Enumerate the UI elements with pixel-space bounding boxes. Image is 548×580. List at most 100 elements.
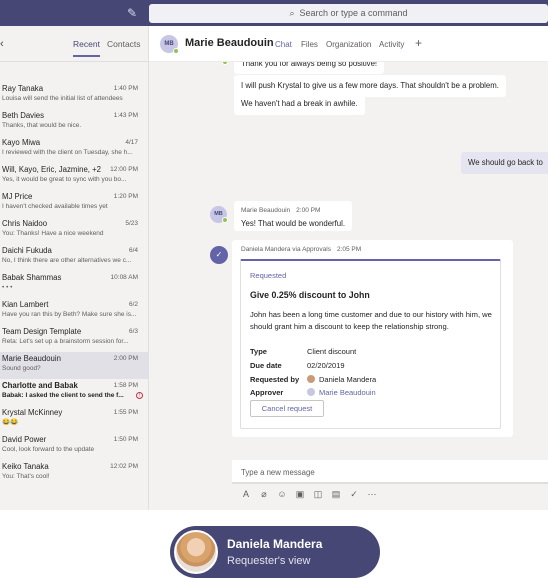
meet-icon[interactable]: ▤: [330, 487, 342, 501]
emoji-icon[interactable]: ☺: [276, 487, 288, 501]
field-value: 02/20/2019: [307, 361, 345, 370]
status-badge: Requested: [250, 271, 287, 280]
my-message-bubble: We should go back to: [461, 152, 548, 174]
chat-preview: You: That's cool!: [2, 473, 50, 480]
search-icon: ⌕: [289, 8, 295, 18]
chat-preview: Sound good?: [2, 365, 41, 372]
sticker-icon[interactable]: ◫: [312, 487, 324, 501]
search-placeholder: Search or type a command: [299, 8, 408, 18]
requester-photo: [174, 530, 218, 574]
chat-name: Ray Tanaka: [2, 84, 44, 93]
message-bubble: Thank you for always being so positive!: [234, 62, 385, 74]
field-due-date: Due date 02/20/2019: [250, 361, 345, 370]
presence-available-icon: [222, 62, 228, 65]
chat-item-chris-naidoo[interactable]: Chris Naidoo 5/23 You: Thanks! Have a ni…: [0, 217, 149, 244]
chat-item-marie-beaudouin[interactable]: Marie Beaudouin 2:00 PM Sound good?: [0, 352, 149, 379]
chat-list: Ray Tanaka 1:40 PM Louisa will send the …: [0, 82, 149, 487]
chat-list-header: ‹ Recent Contacts: [0, 26, 148, 62]
chat-preview: Yes, it would be great to sync with you …: [2, 176, 127, 183]
urgent-icon: !: [136, 392, 143, 399]
chat-item-david-power[interactable]: David Power 1:50 PM Cool, look forward t…: [0, 433, 149, 460]
avatar: [307, 388, 315, 396]
chat-item-babak-shammas[interactable]: Babak Shammas 10:08 AM • • •: [0, 271, 149, 298]
chat-list-pane: ‹ Recent Contacts Ray Tanaka 1:40 PM Lou…: [0, 26, 149, 510]
format-icon[interactable]: A: [240, 487, 252, 501]
new-chat-icon[interactable]: ✎: [124, 5, 140, 21]
field-value: Daniela Mandera: [319, 375, 377, 384]
add-tab-icon[interactable]: +: [415, 36, 422, 50]
more-icon[interactable]: ⋯: [366, 487, 378, 501]
cancel-request-button[interactable]: Cancel request: [250, 400, 324, 417]
message-bubble: We haven't had a break in awhile.: [234, 93, 365, 115]
chat-item-beth-davies[interactable]: Beth Davies 1:43 PM Thanks, that would b…: [0, 109, 149, 136]
chat-name: Team Design Template: [2, 327, 82, 336]
chat-preview: Have you ran this by Beth? Make sure she…: [2, 311, 137, 318]
chat-item-mj-price[interactable]: MJ Price 1:20 PM I haven't checked avail…: [0, 190, 149, 217]
message-text: Yes! That would be wonderful.: [241, 219, 346, 228]
approval-details: Requested Give 0.25% discount to John Jo…: [240, 259, 501, 429]
chat-preview: No, I think there are other alternatives…: [2, 257, 132, 264]
message-time: 2:00 PM: [296, 207, 321, 214]
chat-time: 6/2: [128, 301, 138, 308]
chat-preview: Thanks, that would be nice.: [2, 122, 82, 129]
message-author: Marie Beaudouin: [241, 207, 291, 214]
tab-files[interactable]: Files: [301, 40, 318, 49]
typing-indicator: • • •: [2, 284, 13, 291]
chat-preview: I reviewed with the client on Tuesday, s…: [2, 149, 133, 156]
chat-time: 2:00 PM: [113, 355, 138, 362]
presence-available-icon: [173, 48, 179, 54]
chat-time: 1:50 PM: [113, 436, 138, 443]
approvals-icon[interactable]: ✓: [348, 487, 360, 501]
chat-preview: Reta: Let's set up a brainstorm session …: [2, 338, 129, 345]
requester-name: Daniela Mandera: [227, 537, 323, 551]
gif-icon[interactable]: ▣: [294, 487, 306, 501]
chat-preview: You: Thanks! Have a nice weekend: [2, 230, 104, 237]
chat-header: MB Marie Beaudouin Chat Files Organizati…: [149, 26, 548, 62]
chat-name: Babak Shammas: [2, 273, 62, 282]
chat-name: Daichi Fukuda: [2, 246, 52, 255]
message-author: Daniela Mandera via Approvals: [241, 246, 331, 253]
chat-name: Kayo Miwa: [2, 138, 41, 147]
chat-item-daichi-fukuda[interactable]: Daichi Fukuda 6/4 No, I think there are …: [0, 244, 149, 271]
chat-time: 12:02 PM: [110, 463, 138, 470]
compose-toolbar: A ⌀ ☺ ▣ ◫ ▤ ✓ ⋯: [240, 487, 540, 503]
conversation-pane: Thank you for always being so positive! …: [149, 62, 548, 510]
field-key: Requested by: [250, 375, 300, 384]
field-requested-by: Requested by Daniela Mandera: [250, 375, 376, 384]
message-meta: Marie Beaudouin 2:00 PM: [241, 206, 345, 216]
approval-title: Give 0.25% discount to John: [250, 290, 370, 300]
approver-link[interactable]: Marie Beaudouin: [319, 388, 376, 397]
chat-item-keiko-tanaka[interactable]: Keiko Tanaka 12:02 PM You: That's cool!: [0, 460, 149, 487]
field-key: Due date: [250, 361, 282, 370]
attach-icon[interactable]: ⌀: [258, 487, 270, 501]
approval-description: John has been a long time customer and d…: [250, 310, 492, 331]
chat-item-team-design-template[interactable]: Team Design Template 6/3 Reta: Let's set…: [0, 325, 149, 352]
tab-contacts[interactable]: Contacts: [107, 39, 141, 49]
chat-name: Marie Beaudouin: [2, 354, 61, 363]
chat-item-kian-lambert[interactable]: Kian Lambert 6/2 Have you ran this by Be…: [0, 298, 149, 325]
chat-item-charlotte-and-babak[interactable]: Charlotte and Babak 1:58 PM Babak: I ask…: [0, 379, 149, 406]
chat-preview: I haven't checked available times yet: [2, 203, 108, 210]
search-box[interactable]: ⌕ Search or type a command: [149, 4, 548, 23]
chat-item-ray-tanaka[interactable]: Ray Tanaka 1:40 PM Louisa will send the …: [0, 82, 149, 109]
chat-time: 10:08 AM: [110, 274, 138, 281]
chat-item-group[interactable]: Will, Kayo, Eric, Jazmine, +2 12:00 PM Y…: [0, 163, 149, 190]
field-approver: Approver Marie Beaudouin: [250, 388, 376, 397]
tab-activity[interactable]: Activity: [379, 40, 404, 49]
approval-card: Daniela Mandera via Approvals 2:05 PM Req…: [232, 240, 513, 437]
chat-name: Charlotte and Babak: [2, 381, 78, 390]
message-time: 2:05 PM: [336, 246, 362, 253]
chat-time: 6/3: [128, 328, 138, 335]
chat-name: Chris Naidoo: [2, 219, 48, 228]
chat-preview: Louisa will send the initial list of att…: [2, 95, 123, 102]
chat-name: Will, Kayo, Eric, Jazmine, +2: [2, 165, 102, 174]
chat-time: 1:58 PM: [113, 382, 138, 389]
tab-recent[interactable]: Recent: [73, 39, 100, 57]
chat-item-kayo-miwa[interactable]: Kayo Miwa 4/17 I reviewed with the clien…: [0, 136, 149, 163]
message-input[interactable]: Type a new message: [232, 460, 548, 484]
tab-organization[interactable]: Organization: [326, 40, 371, 49]
chat-preview: Cool, look forward to the update: [2, 446, 95, 453]
chat-item-krystal-mckinney[interactable]: Krystal McKinney 1:55 PM 😂😂: [0, 406, 149, 433]
collapse-chevron-icon[interactable]: ‹: [0, 38, 4, 50]
tab-chat[interactable]: Chat: [275, 40, 292, 49]
